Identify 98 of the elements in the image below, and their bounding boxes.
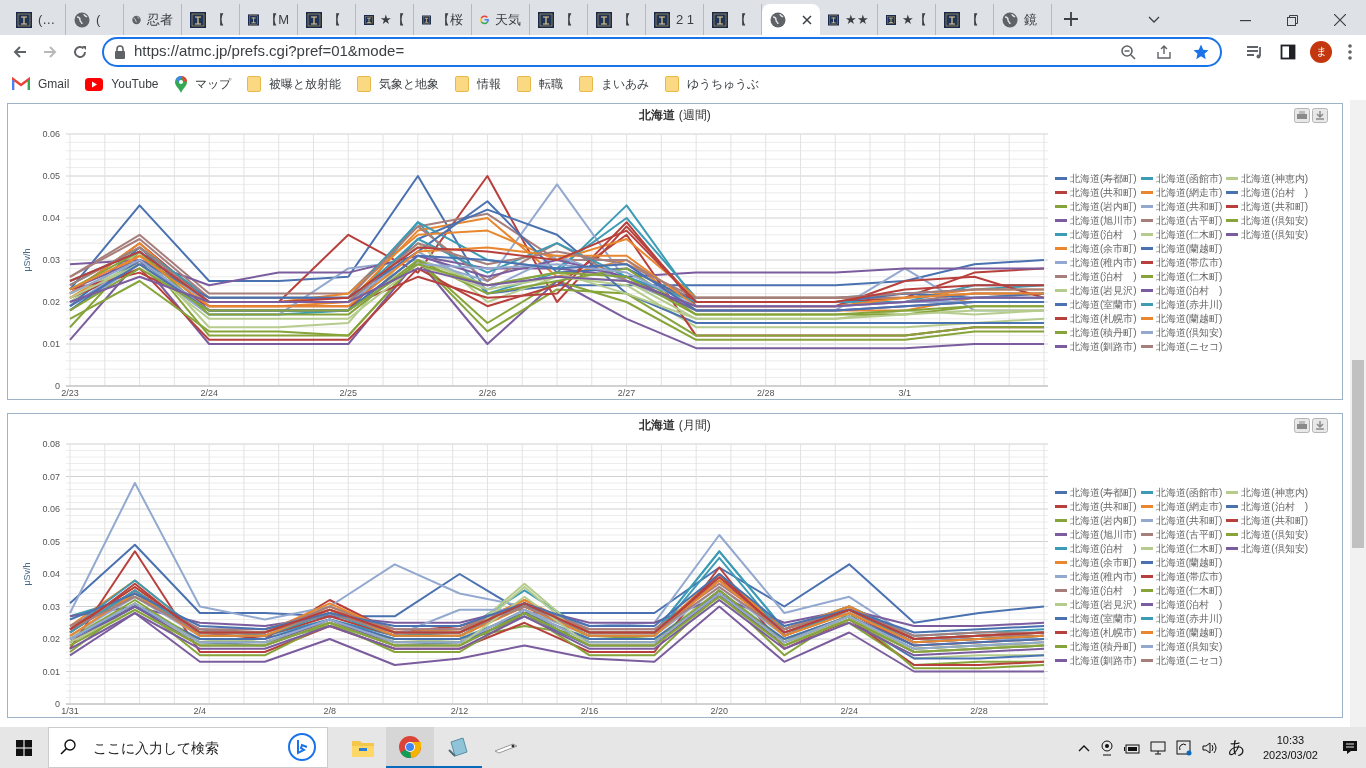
chart-title: 北海道 (月間) [639,417,711,434]
legend-label: 北海道(岩見沢) [1070,599,1137,610]
legend-label: 北海道(倶知安) [1241,229,1308,240]
legend-label: 北海道(泊村 ) [1155,599,1223,610]
y-tick-label: 0.04 [42,213,60,223]
legend-label: 北海道(稚内市) [1070,257,1137,268]
y-tick-label: 0 [55,699,60,709]
url-text: https://atmc.jp/prefs.cgi?pref=01&mode= [134,41,406,62]
legend-label: 北海道(網走市) [1155,187,1223,198]
x-tick-label: 2/23 [61,388,79,398]
legend-label: 北海道(札幌市) [1070,313,1137,324]
legend-label: 北海道(倶知安) [1241,543,1308,554]
legend-label: 北海道(泊村 ) [1241,187,1308,198]
legend-label: 北海道(旭川市) [1070,529,1137,540]
legend-label: 北海道(泊村 ) [1070,543,1137,554]
legend-label: 北海道(共和町) [1070,187,1137,198]
legend-label: 北海道(岩内町) [1070,515,1137,526]
y-tick-label: 0.08 [42,439,60,449]
x-tick-label: 2/24 [200,388,218,398]
legend-label: 北海道(蘭越町) [1155,627,1223,638]
legend-label: 北海道(共和町) [1070,501,1137,512]
y-tick-label: 0.02 [42,634,60,644]
y-axis-title: μSv/h [22,562,32,586]
legend-label: 北海道(釧路市) [1070,341,1137,352]
legend-label: 北海道(泊村 ) [1070,229,1137,240]
y-tick-label: 0.04 [42,569,60,579]
legend-label: 北海道(赤井川) [1155,613,1223,624]
y-tick-label: 0.06 [42,504,60,514]
legend-label: 北海道(旭川市) [1070,215,1137,226]
legend-label: 北海道(蘭越町) [1155,243,1223,254]
legend-label: 北海道(共和町) [1155,515,1223,526]
legend-label: 北海道(仁木町) [1155,543,1223,554]
y-tick-label: 0.02 [42,297,60,307]
x-tick-label: 2/27 [617,388,636,398]
legend-label: 北海道(積丹町) [1070,327,1137,338]
legend-label: 北海道(函館市) [1155,487,1223,498]
legend-label: 北海道(神恵内) [1241,173,1308,184]
y-tick-label: 0.03 [42,601,60,612]
y-tick-label: 0.05 [42,536,60,547]
x-tick-label: 2/24 [840,706,858,716]
legend-label: 北海道(積丹町) [1070,641,1137,652]
legend-label: 北海道(泊村 ) [1070,585,1137,596]
legend-label: 北海道(泊村 ) [1070,271,1137,282]
legend-label: 北海道(赤井川) [1155,299,1223,310]
legend-label: 北海道(古平町) [1155,215,1223,226]
legend-label: 北海道(泊村 ) [1155,285,1223,296]
x-tick-label: 2/25 [339,388,358,398]
legend-label: 北海道(岩見沢) [1070,285,1137,296]
legend-label: 北海道(共和町) [1241,201,1308,212]
legend-label: 北海道(蘭越町) [1155,557,1223,568]
y-tick-label: 0.01 [42,666,60,677]
x-tick-label: 2/4 [193,706,207,716]
legend-label: 北海道(泊村 ) [1241,501,1308,512]
legend-label: 北海道(仁木町) [1155,271,1223,282]
y-axis-title: μSv/h [22,248,32,272]
x-tick-label: 2/12 [450,706,469,716]
legend-label: 北海道(寿都町) [1070,173,1137,184]
legend-label: 北海道(余市町) [1070,243,1137,254]
legend-label: 北海道(古平町) [1155,529,1223,540]
legend-label: 北海道(室蘭市) [1070,613,1137,624]
legend-label: 北海道(函館市) [1155,173,1223,184]
legend-label: 北海道(倶知安) [1241,215,1308,226]
x-tick-label: 2/20 [710,706,729,716]
x-tick-label: 1/31 [61,706,79,716]
legend-label: 北海道(帯広市) [1155,571,1223,582]
legend-label: 北海道(蘭越町) [1155,313,1223,324]
legend-label: 北海道(仁木町) [1155,585,1223,596]
legend-label: 北海道(岩内町) [1070,201,1137,212]
legend-label: 北海道(共和町) [1155,201,1223,212]
y-tick-label: 0.03 [42,255,60,265]
legend-label: 北海道(寿都町) [1070,487,1137,498]
legend-label: 北海道(釧路市) [1070,655,1137,666]
x-tick-label: 2/28 [756,388,775,398]
y-tick-label: 0.01 [42,339,60,349]
x-tick-label: 2/28 [970,706,988,716]
legend-label: 北海道(倶知安) [1155,327,1223,338]
legend-label: 北海道(札幌市) [1070,627,1137,638]
x-tick-label: 2/16 [580,706,599,716]
legend-label: 北海道(仁木町) [1155,229,1223,240]
legend-label: 北海道(帯広市) [1155,257,1223,268]
x-tick-label: 2/26 [478,388,497,398]
x-tick-label: 2/8 [323,706,336,716]
legend-label: 北海道(余市町) [1070,557,1137,568]
chart-title: 北海道 (週間) [639,107,711,124]
legend-label: 北海道(稚内市) [1070,571,1137,582]
y-tick-label: 0 [55,381,60,391]
y-tick-label: 0.06 [42,129,60,139]
legend-label: 北海道(倶知安) [1155,641,1223,652]
x-tick-label: 3/1 [898,388,912,398]
legend-label: 北海道(共和町) [1241,515,1308,526]
legend-label: 北海道(ニセコ) [1155,341,1223,352]
legend-label: 北海道(神恵内) [1241,487,1308,498]
y-tick-label: 0.07 [42,471,60,482]
legend-label: 北海道(室蘭市) [1070,299,1137,310]
y-tick-label: 0.05 [42,171,60,181]
legend-label: 北海道(ニセコ) [1155,655,1223,666]
legend-label: 北海道(倶知安) [1241,529,1308,540]
legend-label: 北海道(網走市) [1155,501,1223,512]
